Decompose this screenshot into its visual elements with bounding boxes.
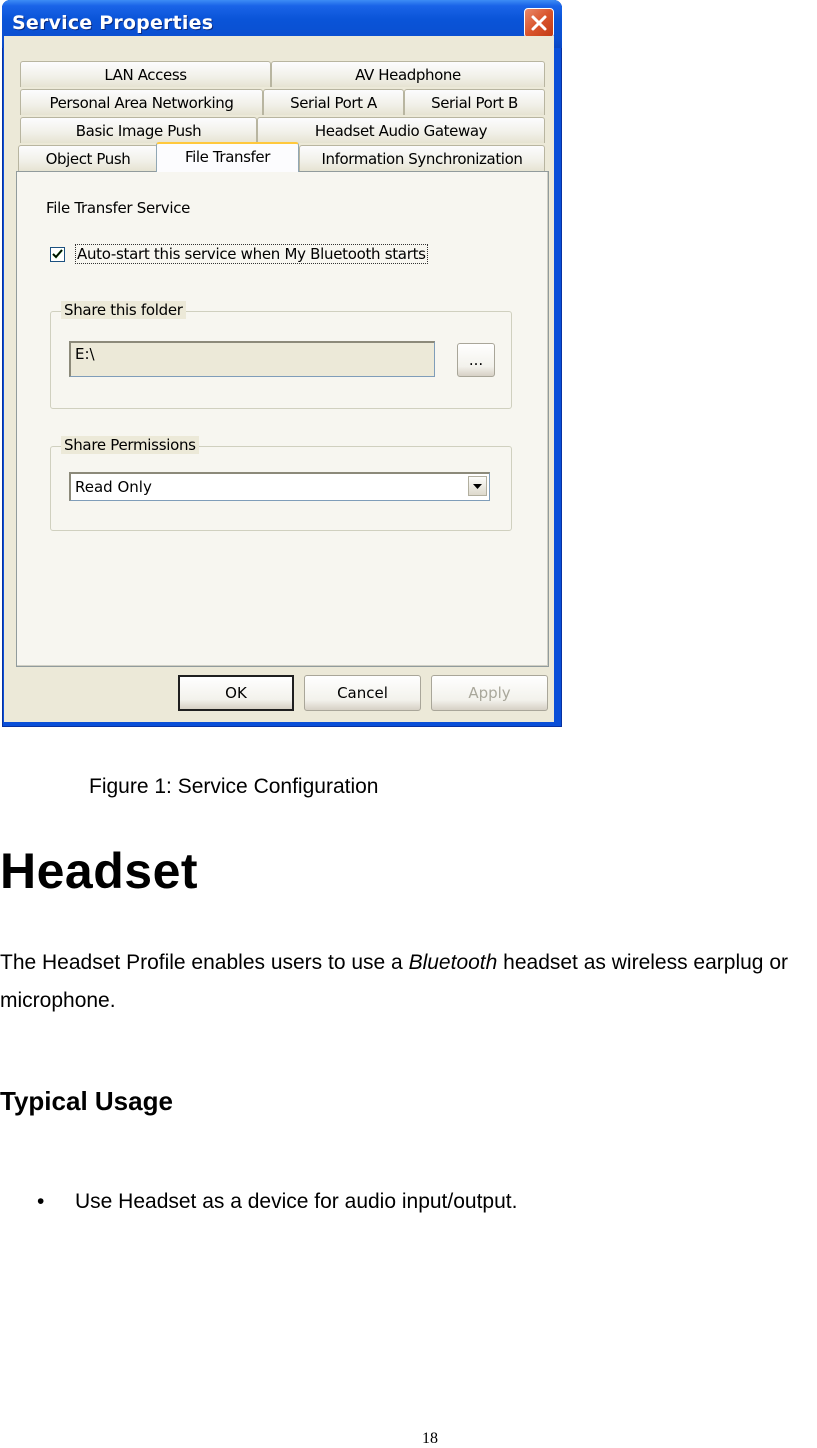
- tab-information-synchronization[interactable]: Information Synchronization: [299, 145, 545, 171]
- cancel-button[interactable]: Cancel: [304, 675, 421, 711]
- tab-label: File Transfer: [185, 148, 270, 166]
- close-button[interactable]: [524, 8, 554, 38]
- tab-av-headphone[interactable]: AV Headphone: [271, 61, 545, 87]
- share-permissions-label: Share Permissions: [61, 436, 199, 454]
- bullet-icon: •: [37, 1190, 45, 1213]
- dropdown-arrow-button[interactable]: [468, 476, 487, 496]
- close-icon: [531, 15, 547, 31]
- service-title: File Transfer Service: [46, 199, 191, 217]
- autostart-checkbox[interactable]: [50, 247, 65, 262]
- ok-button[interactable]: OK: [178, 675, 294, 711]
- dialog-title: Service Properties: [12, 12, 214, 34]
- share-folder-label: Share this folder: [61, 301, 186, 319]
- subsection-heading: Typical Usage: [0, 1086, 173, 1116]
- tab-label: Serial Port B: [431, 94, 518, 112]
- tab-label: AV Headphone: [355, 66, 461, 84]
- paragraph-text-start: The Headset Profile enables users to use…: [0, 951, 409, 974]
- apply-button[interactable]: Apply: [431, 675, 548, 711]
- intro-paragraph: The Headset Profile enables users to use…: [0, 944, 817, 1020]
- figure-caption: Figure 1: Service Configuration: [89, 775, 379, 798]
- share-folder-field[interactable]: E:\: [69, 341, 435, 377]
- tab-label: Information Synchronization: [321, 150, 523, 168]
- tab-personal-area-networking[interactable]: Personal Area Networking: [20, 89, 263, 115]
- tab-label: Serial Port A: [290, 94, 377, 112]
- tab-label: Personal Area Networking: [49, 94, 234, 112]
- tab-lan-access[interactable]: LAN Access: [20, 61, 271, 87]
- browse-folder-button[interactable]: ...: [457, 343, 495, 377]
- list-item: Use Headset as a device for audio input/…: [75, 1190, 518, 1213]
- page-number: 18: [422, 1430, 438, 1447]
- share-permissions-select[interactable]: Read Only: [69, 472, 490, 501]
- paragraph-italic-term: Bluetooth: [408, 951, 498, 974]
- tab-label: Headset Audio Gateway: [314, 122, 488, 140]
- chevron-down-icon: [473, 484, 482, 489]
- autostart-label[interactable]: Auto-start this service when My Bluetoot…: [75, 244, 428, 264]
- tab-file-transfer[interactable]: File Transfer: [156, 142, 299, 172]
- tab-label: Basic Image Push: [75, 122, 202, 140]
- tab-label: LAN Access: [104, 66, 187, 84]
- section-heading: Headset: [0, 843, 199, 899]
- tab-label: Object Push: [45, 150, 131, 168]
- tab-serial-port-a[interactable]: Serial Port A: [263, 89, 404, 115]
- tab-object-push[interactable]: Object Push: [18, 145, 158, 171]
- tab-serial-port-b[interactable]: Serial Port B: [404, 89, 545, 115]
- tab-basic-image-push[interactable]: Basic Image Push: [20, 117, 257, 143]
- share-permissions-value: Read Only: [75, 478, 152, 496]
- tab-headset-audio-gateway[interactable]: Headset Audio Gateway: [257, 117, 545, 143]
- checkmark-icon: [52, 249, 63, 259]
